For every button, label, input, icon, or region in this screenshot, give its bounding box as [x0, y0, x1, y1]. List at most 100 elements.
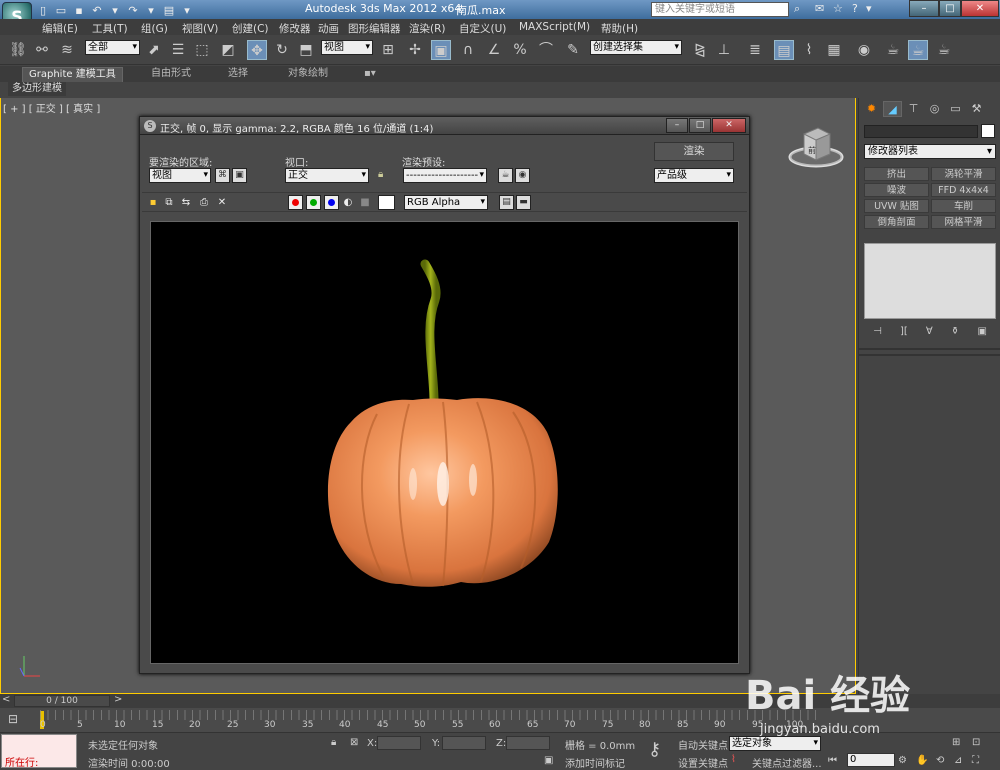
communication-icon[interactable]: ✉	[815, 2, 824, 15]
pan-view-icon[interactable]: ✋	[916, 755, 928, 766]
field-of-view-icon[interactable]: ⊿	[954, 755, 962, 766]
unlink-icon[interactable]: ⚯	[32, 40, 52, 60]
rect-selection-icon[interactable]: ⬚	[192, 40, 212, 60]
select-object-icon[interactable]: ⬈	[144, 40, 164, 60]
select-move-icon[interactable]: ✥	[247, 40, 267, 60]
menu-animation[interactable]: 动画	[318, 21, 339, 36]
render-setup-icon[interactable]: ☕	[883, 40, 903, 60]
configure-sets-icon[interactable]: ▣	[977, 326, 986, 340]
current-frame-field[interactable]: 0	[847, 753, 895, 767]
modifier-uvw-map-button[interactable]: UVW 贴图	[864, 199, 929, 213]
tab-graphite-modeling[interactable]: Graphite 建模工具	[22, 67, 123, 82]
tab-selection[interactable]: 选择	[222, 67, 254, 82]
angle-snap-icon[interactable]: ∠	[484, 40, 504, 60]
modifier-lathe-button[interactable]: 车削	[931, 199, 996, 213]
render-button[interactable]: 渲染	[654, 142, 734, 161]
link-icon[interactable]: ⛓	[8, 40, 28, 60]
bind-space-warp-icon[interactable]: ≋	[57, 40, 77, 60]
time-slider[interactable]: 0 / 100	[14, 695, 110, 707]
go-to-start-icon[interactable]: ⏮	[828, 755, 837, 766]
environment-effects-icon[interactable]: ◉	[515, 168, 530, 183]
save-file-icon[interactable]: ▪	[72, 4, 86, 17]
modifier-meshsmooth-button[interactable]: 网格平滑	[931, 215, 996, 229]
selection-set-dropdown[interactable]: 选定对象	[729, 736, 821, 751]
menu-create[interactable]: 创建(C)	[232, 21, 269, 36]
set-key-button[interactable]: 设置关键点	[678, 755, 728, 770]
chevron-down-icon[interactable]: ▾	[180, 4, 194, 17]
viewport-label[interactable]: [ + ] [ 正交 ] [ 真实 ]	[3, 100, 100, 115]
snap-toggle-icon[interactable]: ∩	[458, 40, 478, 60]
y-coordinate-field[interactable]	[442, 736, 486, 750]
menu-graph-editors[interactable]: 图形编辑器	[348, 21, 401, 36]
render-window-close-button[interactable]: ✕	[712, 118, 746, 133]
named-selection-dropdown[interactable]: 创建选择集	[590, 40, 682, 55]
render-preset-dropdown[interactable]: --------------------	[403, 168, 487, 183]
reference-coord-dropdown[interactable]: 视图	[321, 40, 373, 55]
star-icon[interactable]: ☆	[833, 2, 843, 15]
mirror-icon[interactable]: ⧎	[690, 40, 710, 60]
chevron-down-icon[interactable]: ▾	[144, 4, 158, 17]
clone-window-icon[interactable]: ⇆	[179, 196, 193, 210]
tab-object-paint[interactable]: 对象绘制	[282, 67, 334, 82]
toggle-ui-icon[interactable]: ▬	[516, 195, 531, 210]
render-window-titlebar[interactable]: S 正交, 帧 0, 显示 gamma: 2.2, RGBA 颜色 16 位/通…	[140, 117, 749, 135]
selection-lock-icon[interactable]: 🔒︎	[331, 737, 336, 748]
hierarchy-tab-icon[interactable]: ⊤	[904, 101, 923, 117]
object-color-swatch[interactable]	[981, 124, 995, 138]
channel-display-dropdown[interactable]: RGB Alpha	[404, 195, 488, 210]
menu-group[interactable]: 组(G)	[141, 21, 168, 36]
modify-tab-icon[interactable]: ◢	[883, 101, 902, 117]
render-quality-dropdown[interactable]: 产品级	[654, 168, 734, 183]
save-image-icon[interactable]: ▪	[146, 196, 160, 210]
curve-editor-icon[interactable]: ⌇	[799, 40, 819, 60]
modifier-noise-button[interactable]: 噪波	[864, 183, 929, 197]
render-window-maximize-button[interactable]: □	[689, 118, 711, 133]
maximize-button[interactable]: □	[939, 0, 961, 17]
menu-maxscript[interactable]: MAXScript(M)	[519, 21, 590, 33]
area-to-render-dropdown[interactable]: 视图	[149, 168, 211, 183]
modifier-extrude-button[interactable]: 挤出	[864, 167, 929, 181]
chevron-down-icon[interactable]: ▾	[866, 2, 872, 15]
maxscript-listener[interactable]: 所在行:	[1, 734, 77, 769]
new-file-icon[interactable]: ▯	[36, 4, 50, 17]
orbit-icon[interactable]: ⟲	[936, 755, 944, 766]
search-input[interactable]: 键入关键字或短语	[651, 2, 789, 17]
x-coordinate-field[interactable]	[377, 736, 421, 750]
menu-rendering[interactable]: 渲染(R)	[409, 21, 446, 36]
pivot-center-icon[interactable]: ⊞	[378, 40, 398, 60]
select-rotate-icon[interactable]: ↻	[272, 40, 292, 60]
menu-edit[interactable]: 编辑(E)	[42, 21, 78, 36]
modifier-turbosmooth-button[interactable]: 涡轮平滑	[931, 167, 996, 181]
tab-freeform[interactable]: 自由形式	[145, 67, 197, 82]
spinner-snap-icon[interactable]: ⌒	[536, 40, 556, 60]
redo-icon[interactable]: ↷	[126, 4, 140, 17]
pin-stack-icon[interactable]: ⊣	[873, 326, 882, 340]
key-filters-button[interactable]: 关键点过滤器...	[752, 755, 822, 770]
graphite-toggle-icon[interactable]: ▤	[774, 40, 794, 60]
keyboard-shortcut-icon[interactable]: ▣	[431, 40, 451, 60]
absolute-mode-icon[interactable]: ⊠	[350, 737, 358, 748]
maximize-viewport-icon[interactable]: ⛶	[972, 755, 979, 766]
chevron-down-icon[interactable]: ▾	[108, 4, 122, 17]
select-scale-icon[interactable]: ⬒	[296, 40, 316, 60]
display-tab-icon[interactable]: ▭	[946, 101, 965, 117]
help-icon[interactable]: ?	[852, 2, 858, 15]
monochrome-icon[interactable]: ■	[358, 196, 372, 210]
mini-curve-editor-icon[interactable]: ⊟	[8, 712, 18, 726]
minimize-button[interactable]: –	[909, 0, 939, 17]
create-tab-icon[interactable]: ✹	[862, 101, 881, 117]
modifier-bevel-profile-button[interactable]: 倒角剖面	[864, 215, 929, 229]
z-coordinate-field[interactable]	[506, 736, 550, 750]
menu-customize[interactable]: 自定义(U)	[459, 21, 506, 36]
green-channel-toggle[interactable]	[306, 195, 321, 210]
percent-snap-icon[interactable]: %	[510, 40, 530, 60]
project-folder-icon[interactable]: ▤	[162, 4, 176, 17]
time-tag-icon[interactable]: ▣	[544, 755, 553, 766]
toggle-ui-overlay-icon[interactable]: ▤	[499, 195, 514, 210]
swatch-color[interactable]	[378, 195, 395, 210]
layer-manager-icon[interactable]: ≣	[745, 40, 765, 60]
display-alpha-icon[interactable]: ◐	[341, 196, 355, 210]
lock-viewport-icon[interactable]: 🔒︎	[378, 169, 383, 180]
viewcube-icon[interactable]: 前	[788, 124, 844, 168]
make-unique-icon[interactable]: ∀	[926, 326, 933, 340]
